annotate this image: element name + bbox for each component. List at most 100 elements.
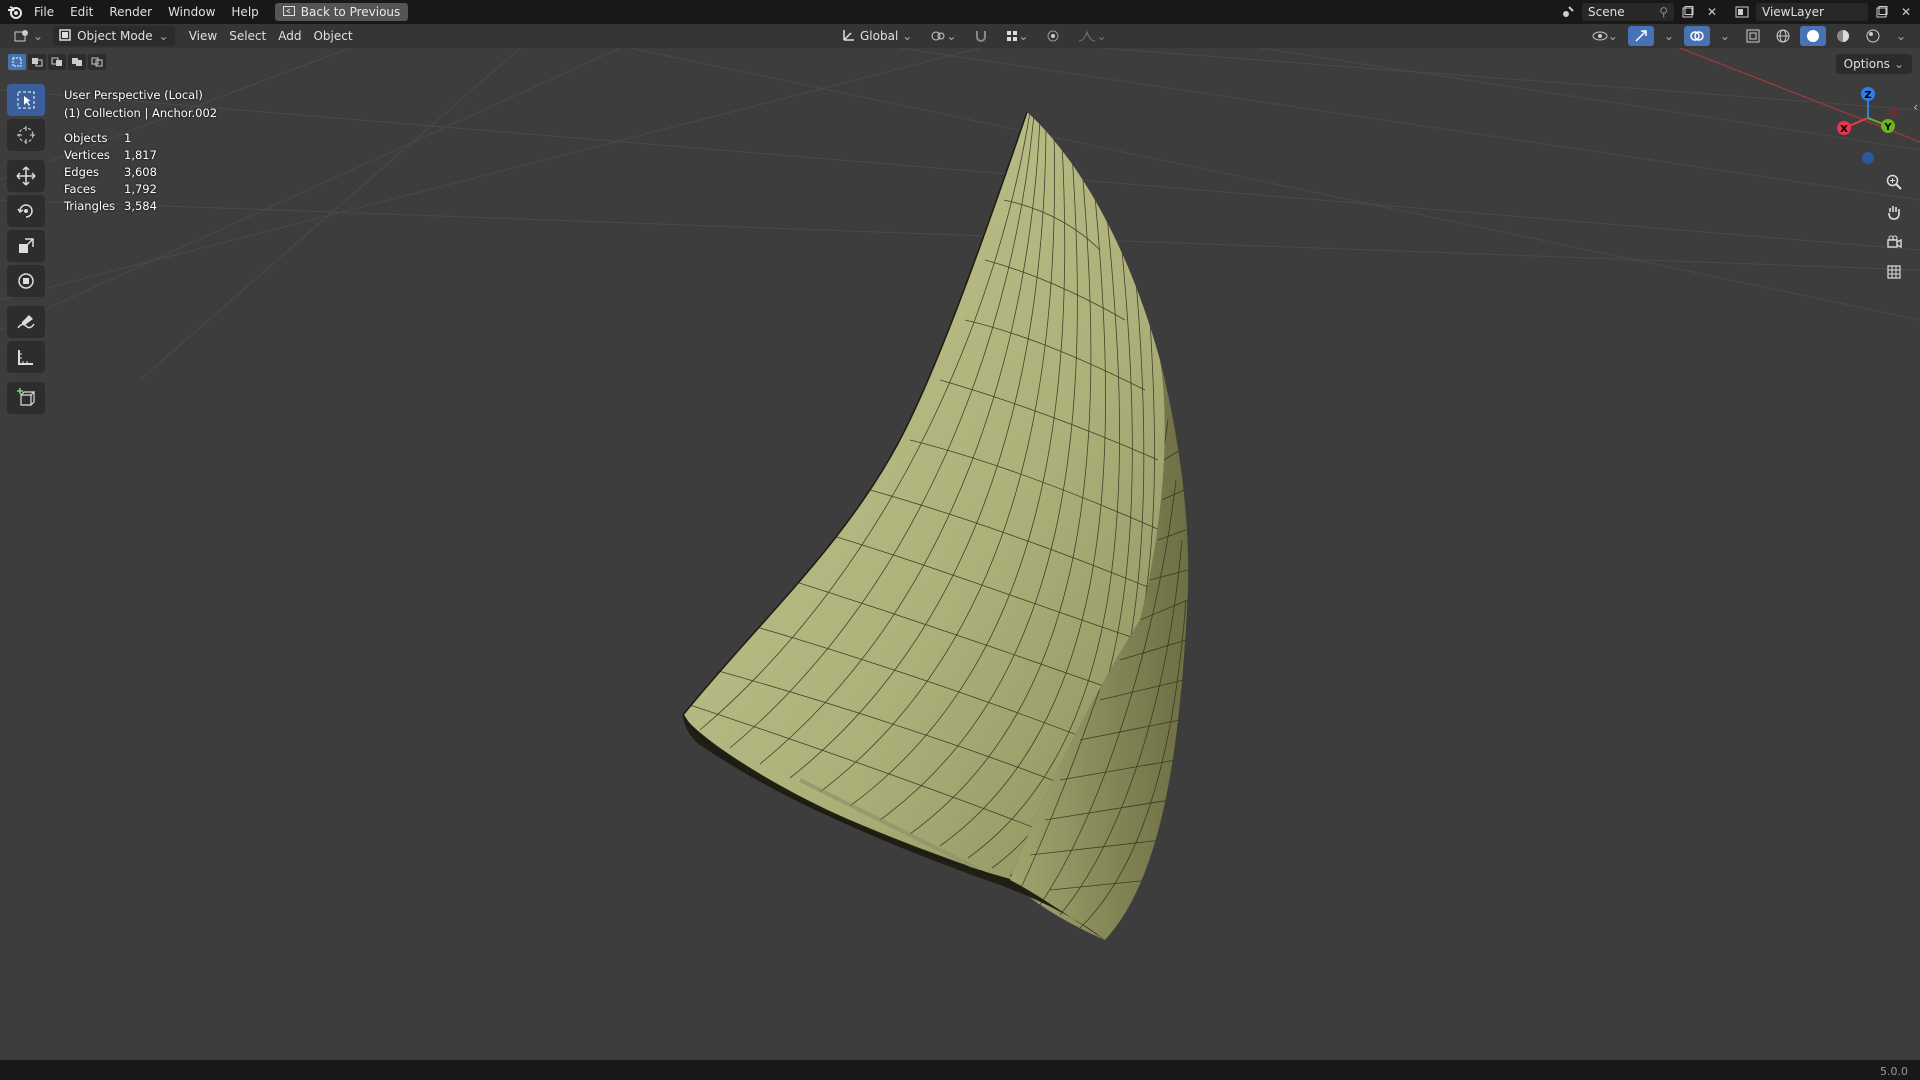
collection-label: (1) Collection | Anchor.002 <box>64 106 218 120</box>
mesh-object-anchor[interactable] <box>682 111 1189 940</box>
stat-row: Edges 3,608 <box>64 164 157 181</box>
shading-dropdown-icon[interactable]: ⌄ <box>1890 26 1912 46</box>
view-layer-field[interactable]: ViewLayer <box>1756 3 1868 21</box>
menu-view[interactable]: View <box>183 26 223 46</box>
measure-icon[interactable] <box>7 341 45 373</box>
stat-value: 1,817 <box>124 148 157 162</box>
pivot-icon[interactable]: ⌄ <box>924 26 962 46</box>
scale-icon[interactable] <box>7 230 45 262</box>
viewport-info: User Perspective (Local) (1) Collection … <box>64 86 217 122</box>
scene-name: Scene <box>1588 5 1625 19</box>
new-view-layer-icon[interactable] <box>1872 3 1892 21</box>
pin-icon[interactable]: ⚲ <box>1659 5 1668 19</box>
gizmo-neg-x-axis[interactable] <box>1889 107 1899 117</box>
overlay-dropdown-icon[interactable]: ⌄ <box>1714 26 1736 46</box>
menu-window[interactable]: Window <box>160 0 223 24</box>
move-icon[interactable] <box>7 160 45 192</box>
blender-logo-icon[interactable] <box>4 0 26 24</box>
stat-row: Vertices 1,817 <box>64 147 157 164</box>
viewport-canvas[interactable] <box>0 48 1920 1060</box>
remove-view-layer-icon[interactable]: ✕ <box>1896 3 1916 21</box>
gizmo-dropdown-icon[interactable]: ⌄ <box>1658 26 1680 46</box>
scene-statistics: Objects 1 Vertices 1,817 Edges 3,608 Fac… <box>64 130 157 215</box>
sidebar-toggle-icon[interactable]: ‹ <box>1913 100 1918 114</box>
menu-select[interactable]: Select <box>223 26 272 46</box>
navigation-buttons <box>1880 168 1912 288</box>
scene-field[interactable]: Scene ⚲ <box>1582 3 1674 21</box>
transform-icon[interactable] <box>7 265 45 297</box>
view-layer-name: ViewLayer <box>1762 5 1824 19</box>
zoom-icon[interactable] <box>1880 168 1908 196</box>
select-intersect-icon[interactable] <box>88 54 106 70</box>
view-layer-icon[interactable] <box>1732 3 1752 21</box>
transform-controls: Global ⌄ ⌄ ⌄ ⌄ <box>836 24 1113 48</box>
orientation-icon <box>842 28 856 45</box>
gizmo-toggle-icon[interactable] <box>1627 26 1654 46</box>
rotate-icon[interactable] <box>7 195 45 227</box>
remove-scene-icon[interactable]: ✕ <box>1702 3 1722 21</box>
perspective-label: User Perspective (Local) <box>64 88 203 102</box>
rendered-shading-icon[interactable] <box>1860 26 1886 46</box>
menu-file[interactable]: File <box>26 0 62 24</box>
viewport-header: ⌄ Object Mode ⌄ View Select Add Object G… <box>0 24 1920 48</box>
menu-help[interactable]: Help <box>223 0 266 24</box>
visibility-icon[interactable]: ⌄ <box>1586 26 1624 46</box>
material-shading-icon[interactable] <box>1830 26 1856 46</box>
menu-object[interactable]: Object <box>307 26 358 46</box>
grid-icon[interactable] <box>1880 258 1908 286</box>
gizmo-neg-z-axis[interactable] <box>1862 152 1874 164</box>
orientation-dropdown[interactable]: Global ⌄ <box>836 26 918 46</box>
version-label: 5.0.0 <box>1880 1065 1908 1078</box>
tool-shelf <box>7 84 47 417</box>
back-to-previous-label: Back to Previous <box>300 5 401 19</box>
falloff-icon[interactable]: ⌄ <box>1072 26 1112 46</box>
stat-value: 3,608 <box>124 165 157 179</box>
cursor-icon[interactable] <box>7 119 45 151</box>
hand-icon[interactable] <box>1880 198 1908 226</box>
stat-label: Faces <box>64 182 96 196</box>
xray-icon[interactable] <box>1740 26 1766 46</box>
stat-label: Vertices <box>64 148 110 162</box>
select-subtract-icon[interactable] <box>48 54 66 70</box>
options-dropdown[interactable]: Options ⌄ <box>1835 54 1912 74</box>
options-label: Options <box>1843 57 1890 71</box>
top-menubar: File Edit Render Window Help Back to Pre… <box>0 0 1920 24</box>
proportional-edit-icon[interactable] <box>1040 26 1066 46</box>
gizmo-x-label: X <box>1840 124 1848 135</box>
stat-value: 3,584 <box>124 199 157 213</box>
overlay-toggle-icon[interactable] <box>1683 26 1710 46</box>
shading-controls: ⌄ ⌄ ⌄ ⌄ <box>1586 24 1912 48</box>
menu-add[interactable]: Add <box>272 26 307 46</box>
topbar-right: Scene ⚲ ✕ ViewLayer ✕ <box>1558 0 1920 24</box>
stat-label: Triangles <box>64 199 116 213</box>
select-invert-icon[interactable] <box>68 54 86 70</box>
solid-shading-icon[interactable] <box>1799 26 1826 46</box>
wireframe-shading-icon[interactable] <box>1770 26 1796 46</box>
stat-row: Faces 1,792 <box>64 181 157 198</box>
snap-target-icon[interactable]: ⌄ <box>1000 26 1034 46</box>
select-extend-icon[interactable] <box>28 54 46 70</box>
mode-icon <box>59 28 71 44</box>
new-scene-icon[interactable] <box>1678 3 1698 21</box>
scene-icon[interactable] <box>1558 3 1578 21</box>
menu-render[interactable]: Render <box>101 0 160 24</box>
stat-value: 1,792 <box>124 182 157 196</box>
editor-type-icon[interactable]: ⌄ <box>8 26 49 46</box>
menu-edit[interactable]: Edit <box>62 0 101 24</box>
annotate-icon[interactable] <box>7 306 45 338</box>
mode-label: Object Mode <box>77 29 153 43</box>
stat-row: Triangles 3,584 <box>64 198 157 215</box>
gizmo-y-label: Y <box>1883 122 1892 133</box>
navigation-gizmo[interactable]: Z X Y <box>1822 86 1914 166</box>
orientation-label: Global <box>860 29 899 43</box>
object-mode-dropdown[interactable]: Object Mode ⌄ <box>53 26 175 46</box>
select-new-icon[interactable] <box>8 54 26 70</box>
back-to-previous-button[interactable]: Back to Previous <box>274 3 409 21</box>
select-box-icon[interactable] <box>7 84 45 116</box>
add-cube-icon[interactable] <box>7 382 45 414</box>
snap-icon[interactable] <box>968 26 994 46</box>
stat-value: 1 <box>124 131 132 145</box>
camera-icon[interactable] <box>1880 228 1908 256</box>
back-icon <box>282 5 295 19</box>
chevron-down-icon: ⌄ <box>1893 57 1904 71</box>
